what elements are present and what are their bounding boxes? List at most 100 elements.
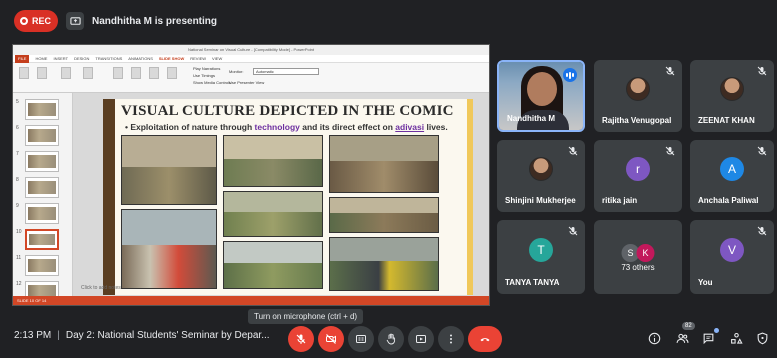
ppt-tab-insert: INSERT	[53, 56, 69, 61]
chat-button[interactable]	[700, 330, 716, 346]
slide-thumbnail	[25, 255, 59, 276]
present-screen-icon	[66, 12, 84, 30]
participant-tile[interactable]: T TANYA TANYA	[497, 220, 585, 294]
meeting-info: 2:13 PM | Day 2: National Students' Semi…	[14, 330, 270, 341]
ppt-tab-review: REVIEW	[190, 56, 207, 61]
ppt-tab-animations: ANIMATIONS	[128, 56, 153, 61]
ribbon-button	[37, 67, 47, 79]
recording-label: REC	[32, 16, 52, 26]
hand-icon	[386, 333, 396, 345]
comic-panel	[121, 135, 217, 205]
thumb-number: 10	[16, 229, 22, 235]
mic-off-icon	[757, 146, 767, 156]
activities-icon	[730, 332, 743, 344]
others-avatars: S K	[621, 243, 655, 262]
people-count-badge: 82	[682, 322, 695, 330]
mic-off-icon	[568, 226, 578, 236]
ppt-ribbon-tabs: FILE HOME INSERT DESIGN TRANSITIONS ANIM…	[13, 54, 489, 63]
camera-toggle-button[interactable]	[318, 326, 344, 352]
host-controls-button[interactable]	[754, 330, 770, 346]
ppt-tab-view: VIEW	[212, 56, 223, 61]
participant-tile[interactable]: Rajitha Venugopal	[594, 60, 682, 132]
participant-name: TANYA TANYA	[505, 278, 560, 287]
participant-name: Rajitha Venugopal	[602, 116, 672, 125]
mic-toggle-button[interactable]	[288, 326, 314, 352]
presenting-banner: Nandhitha M is presenting	[66, 10, 217, 32]
thumb-number: 11	[16, 255, 22, 261]
mic-off-icon	[665, 66, 675, 76]
participant-name: Nandhitha M	[507, 114, 555, 123]
participant-name: ritika jain	[602, 196, 638, 205]
mic-off-icon	[665, 146, 675, 156]
more-options-button[interactable]	[438, 326, 464, 352]
participant-avatar: r	[626, 156, 650, 181]
ribbon-monitor-select: Automatic	[253, 68, 319, 75]
participant-tile[interactable]: Shinjini Mukherjee	[497, 140, 585, 212]
ppt-tab-file: FILE	[15, 54, 30, 63]
ppt-tab-design: DESIGN	[74, 56, 90, 61]
participant-avatar	[529, 156, 553, 181]
raise-hand-button[interactable]	[378, 326, 404, 352]
participant-name: You	[698, 278, 713, 287]
others-avatar: K	[636, 243, 655, 262]
leave-call-button[interactable]	[468, 326, 502, 352]
participant-tile[interactable]: ZEENAT KHAN	[690, 60, 774, 132]
slide-canvas: VISUAL CULTURE DEPICTED IN THE COMIC • E…	[73, 93, 489, 298]
ribbon-check: Show Media Controls	[193, 80, 232, 85]
more-vert-icon	[450, 334, 452, 344]
comic-panel	[223, 191, 323, 237]
participant-name: ZEENAT KHAN	[698, 116, 755, 125]
slide-thumbnail	[25, 151, 59, 172]
participant-name: Anchala Paliwal	[698, 196, 759, 205]
mic-off-icon	[757, 66, 767, 76]
recording-badge: REC	[14, 10, 58, 32]
participant-avatar	[720, 76, 744, 101]
slide-title: VISUAL CULTURE DEPICTED IN THE COMIC	[121, 103, 454, 119]
speaking-indicator-icon	[563, 68, 577, 82]
captions-icon	[356, 335, 366, 343]
ppt-tab-home: HOME	[35, 56, 48, 61]
meeting-time: 2:13 PM	[14, 330, 52, 341]
slide-thumbnail	[25, 99, 59, 120]
self-tile[interactable]: V You	[690, 220, 774, 294]
meeting-details-button[interactable]	[646, 330, 662, 346]
ribbon-button	[131, 67, 141, 79]
people-button[interactable]	[674, 330, 690, 346]
present-screen-icon	[416, 335, 426, 343]
others-tile[interactable]: S K 73 others	[594, 220, 682, 294]
slide-thumbnail-selected	[25, 229, 59, 250]
ribbon-button	[61, 67, 71, 79]
shared-screen[interactable]: National Seminar on Visual Culture - [Co…	[12, 44, 490, 306]
comic-panel	[121, 209, 217, 289]
comic-panel	[223, 135, 323, 187]
thumb-number: 5	[16, 99, 19, 105]
slide-thumbnail	[25, 177, 59, 198]
chat-icon	[703, 333, 713, 344]
thumb-number: 7	[16, 151, 19, 157]
hang-up-icon	[480, 338, 490, 342]
ribbon-button	[167, 67, 177, 79]
ribbon-button	[149, 67, 159, 79]
others-count: 73 others	[621, 262, 655, 272]
ribbon-button	[113, 67, 123, 79]
slide-thumbnail	[25, 125, 59, 146]
thumb-number: 9	[16, 203, 19, 209]
participant-tile[interactable]: A Anchala Paliwal	[690, 140, 774, 212]
present-button[interactable]	[408, 326, 434, 352]
current-slide: VISUAL CULTURE DEPICTED IN THE COMIC • E…	[103, 99, 473, 295]
ribbon-button	[19, 67, 29, 79]
ribbon-button	[83, 67, 93, 79]
activities-button[interactable]	[728, 330, 744, 346]
participant-tile-active[interactable]: Nandhitha M	[497, 60, 585, 132]
control-bar: 2:13 PM | Day 2: National Students' Semi…	[0, 320, 777, 358]
participant-tile[interactable]: r ritika jain	[594, 140, 682, 212]
mic-off-icon	[296, 334, 306, 344]
thumb-number: 6	[16, 125, 19, 131]
slide-thumbnail	[25, 203, 59, 224]
people-icon	[676, 333, 688, 343]
ribbon-check: Use Timings	[193, 73, 216, 78]
chat-unread-dot	[714, 328, 719, 333]
mic-off-icon	[568, 146, 578, 156]
ribbon-presenter-view: Use Presenter View	[229, 80, 265, 85]
captions-button[interactable]	[348, 326, 374, 352]
